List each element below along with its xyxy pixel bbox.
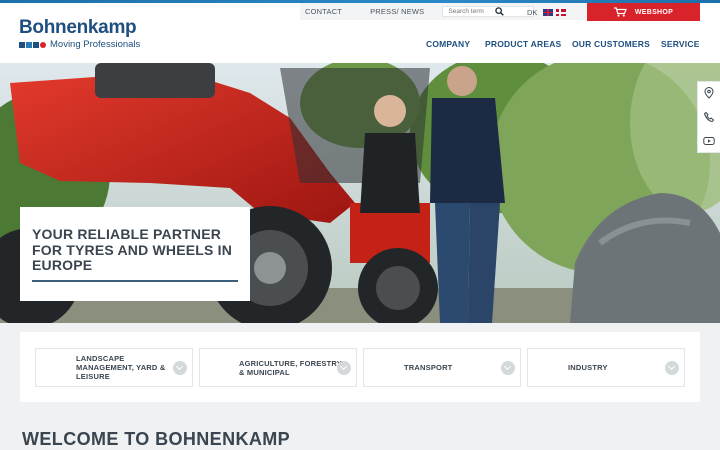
cart-icon — [613, 7, 627, 17]
location-pin-icon[interactable] — [703, 87, 715, 99]
dk-flag-icon[interactable] — [556, 9, 566, 16]
search-input[interactable] — [442, 6, 535, 17]
language-selector[interactable]: DK — [527, 8, 537, 17]
webshop-label: WEBSHOP — [634, 8, 674, 16]
category-label: AGRICULTURE, FORESTRY & MUNICIPAL — [239, 358, 342, 377]
category-transport[interactable]: TRANSPORT — [363, 348, 521, 387]
contact-link[interactable]: CONTACT — [305, 7, 342, 16]
phone-icon[interactable] — [703, 111, 715, 123]
chevron-down-icon — [501, 361, 515, 375]
welcome-heading: WELCOME TO BOHNENKAMP — [22, 429, 291, 449]
category-label: INDUSTRY — [568, 363, 608, 372]
category-label: TRANSPORT — [404, 363, 453, 372]
webshop-button[interactable]: WEBSHOP — [587, 3, 700, 21]
logo-wordmark: Bohnenkamp — [19, 17, 137, 38]
hero-headline-underline — [32, 280, 238, 282]
product-areas-band: LANDSCAPE MANAGEMENT, YARD & LEISURE AGR… — [0, 323, 720, 403]
press-news-link[interactable]: PRESS/ NEWS — [370, 7, 424, 16]
hero-headline-card: YOUR RELIABLE PARTNER FOR TYRES AND WHEE… — [20, 207, 250, 301]
category-industry[interactable]: INDUSTRY — [527, 348, 685, 387]
nav-our-customers[interactable]: OUR CUSTOMERS — [572, 39, 650, 49]
hero-headline: YOUR RELIABLE PARTNER FOR TYRES AND WHEE… — [32, 226, 233, 273]
product-areas-container: LANDSCAPE MANAGEMENT, YARD & LEISURE AGR… — [20, 332, 700, 402]
bohnenkamp-logo[interactable]: Bohnenkamp Moving Professionals — [19, 18, 140, 50]
side-toolbar — [697, 81, 720, 153]
logo-mark-icon — [19, 41, 46, 48]
chevron-down-icon — [665, 361, 679, 375]
nav-product-areas[interactable]: PRODUCT AREAS — [485, 39, 561, 49]
uk-flag-icon[interactable] — [543, 9, 553, 16]
category-agriculture[interactable]: AGRICULTURE, FORESTRY & MUNICIPAL — [199, 348, 357, 387]
search-icon[interactable] — [495, 7, 504, 16]
nav-company[interactable]: COMPANY — [426, 39, 470, 49]
chevron-down-icon — [173, 361, 187, 375]
category-label: LANDSCAPE MANAGEMENT, YARD & LEISURE — [76, 354, 166, 381]
youtube-icon[interactable] — [703, 135, 715, 147]
chevron-down-icon — [337, 361, 351, 375]
hero-slider: YOUR RELIABLE PARTNER FOR TYRES AND WHEE… — [0, 63, 720, 323]
logo-tagline: Moving Professionals — [50, 39, 141, 50]
category-landscape[interactable]: LANDSCAPE MANAGEMENT, YARD & LEISURE — [35, 348, 193, 387]
nav-service[interactable]: SERVICE — [661, 39, 700, 49]
